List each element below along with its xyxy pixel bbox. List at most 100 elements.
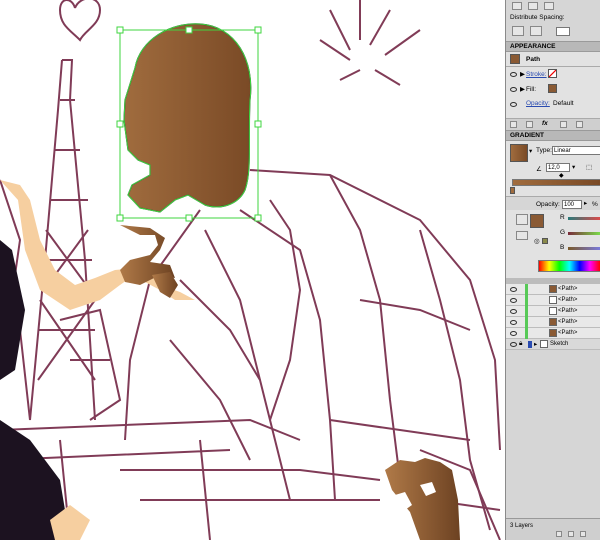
- layer-name[interactable]: <Path>: [558, 308, 577, 314]
- layer-color-bar: [525, 284, 528, 295]
- eye-icon[interactable]: [510, 309, 517, 314]
- grid-icon[interactable]: [516, 231, 528, 240]
- no-color-icon: [549, 70, 556, 77]
- eye-icon[interactable]: [510, 331, 517, 336]
- align-vcenter-icon[interactable]: [528, 2, 538, 10]
- lock-icon[interactable]: 🔒︎: [519, 340, 522, 348]
- align-top-icon[interactable]: [544, 2, 554, 10]
- eye-icon[interactable]: [510, 298, 517, 303]
- clear-icon[interactable]: [560, 121, 567, 128]
- g-label: G: [560, 229, 566, 236]
- layer-thumbnail: [549, 329, 557, 337]
- layer-row[interactable]: <Path>: [506, 328, 600, 339]
- layer-row[interactable]: <Path>: [506, 306, 600, 317]
- fill-label[interactable]: Fill:: [526, 86, 536, 93]
- eye-icon[interactable]: [510, 102, 517, 107]
- make-sublayer-icon[interactable]: [556, 531, 562, 537]
- layer-color-bar: [525, 328, 528, 339]
- layer-thumbnail: [549, 296, 557, 304]
- r-label: R: [560, 214, 565, 221]
- layer-color-bar: [525, 295, 528, 306]
- duplicate-icon[interactable]: [576, 121, 583, 128]
- eye-icon[interactable]: [510, 87, 517, 92]
- fx-icon[interactable]: fx: [542, 120, 548, 127]
- color-stroke-swatch[interactable]: [542, 238, 548, 244]
- gradient-slider-bar[interactable]: [512, 179, 600, 186]
- layers-status-bar: 3 Layers: [506, 518, 600, 540]
- artwork: [0, 0, 501, 540]
- eye-icon[interactable]: [510, 72, 517, 77]
- align-bottom-icon[interactable]: [512, 2, 522, 10]
- percent-label: %: [592, 201, 598, 208]
- chevron-right-icon[interactable]: ▶: [520, 85, 525, 93]
- fill-stroke-toggle-icon[interactable]: [516, 214, 528, 225]
- eye-icon[interactable]: [510, 320, 517, 325]
- layer-name[interactable]: <Path>: [558, 297, 577, 303]
- chevron-down-icon[interactable]: ▾: [572, 163, 575, 171]
- g-slider[interactable]: [568, 232, 600, 235]
- layer-row[interactable]: <Path>: [506, 295, 600, 306]
- layer-thumbnail: [540, 340, 548, 348]
- layer-color-bar: [525, 306, 528, 317]
- layer-thumbnail: [549, 285, 557, 293]
- layer-name[interactable]: <Path>: [558, 330, 577, 336]
- align-panel: Distribute Spacing:: [506, 0, 600, 40]
- opacity-value: Default: [553, 100, 574, 107]
- tab-appearance[interactable]: APPEARANCE: [506, 41, 600, 52]
- gradient-type-label: Type:: [536, 147, 552, 154]
- layer-count-label: 3 Layers: [510, 523, 534, 529]
- new-layer-icon[interactable]: [568, 531, 574, 537]
- eye-icon[interactable]: [510, 342, 517, 347]
- panel-dock: Distribute Spacing: APPEARANCE Path ▶ St…: [505, 0, 600, 540]
- aspect-icon[interactable]: ⬚: [586, 163, 592, 171]
- layer-name[interactable]: Sketch: [550, 341, 568, 347]
- selected-head-path[interactable]: [123, 23, 252, 213]
- distribute-vertical-icon[interactable]: [512, 26, 524, 36]
- add-fill-icon[interactable]: [526, 121, 533, 128]
- layer-color-bar: [528, 341, 532, 348]
- hand-shapes: [120, 225, 460, 540]
- r-slider[interactable]: [568, 217, 600, 220]
- layer-row[interactable]: <Path>: [506, 284, 600, 295]
- opacity-label[interactable]: Opacity:: [526, 100, 550, 107]
- spacing-value-field[interactable]: [556, 27, 570, 36]
- artboard-canvas[interactable]: [0, 0, 505, 540]
- transparency-opacity-field[interactable]: 100: [562, 200, 582, 209]
- stroke-label[interactable]: Stroke:: [526, 71, 547, 78]
- layer-row-sketch[interactable]: 🔒︎ ▸ Sketch: [506, 339, 600, 350]
- layer-thumbnail: [549, 318, 557, 326]
- color-panel: ◎ R G B: [506, 210, 600, 278]
- tab-gradient[interactable]: GRADIENT: [506, 130, 600, 141]
- gradient-stop-left[interactable]: [510, 187, 515, 194]
- gradient-type-select[interactable]: Linear: [552, 146, 600, 155]
- gradient-midpoint-icon[interactable]: ◆: [559, 172, 564, 179]
- divider: [506, 66, 600, 67]
- angle-icon: ∠: [536, 166, 542, 173]
- object-thumbnail: [510, 54, 520, 64]
- gradient-panel: ▾ Type: Linear ∠ 12,0 ▾ ⬚ ◆: [506, 141, 600, 196]
- appearance-panel: Path ▶ Stroke: ▶ Fill: Opacity: Default: [506, 52, 600, 118]
- chevron-down-icon[interactable]: ▾: [529, 147, 532, 155]
- color-fill-swatch[interactable]: [530, 214, 544, 228]
- delete-layer-icon[interactable]: [580, 531, 586, 537]
- layer-name[interactable]: <Path>: [558, 286, 577, 292]
- distribute-horizontal-icon[interactable]: [530, 26, 542, 36]
- transparency-opacity-label: Opacity:: [536, 201, 560, 208]
- gradient-preview-swatch[interactable]: [510, 144, 528, 162]
- layer-name[interactable]: <Path>: [558, 319, 577, 325]
- gradient-angle-field[interactable]: 12,0: [546, 163, 570, 172]
- b-slider[interactable]: [568, 247, 600, 250]
- stroke-none-swatch[interactable]: [548, 69, 557, 78]
- out-of-gamut-icon: ◎: [534, 238, 540, 245]
- add-stroke-icon[interactable]: [510, 121, 517, 128]
- chevron-right-icon[interactable]: ▸: [584, 199, 587, 207]
- layer-row[interactable]: <Path>: [506, 317, 600, 328]
- layer-thumbnail: [549, 307, 557, 315]
- fill-swatch[interactable]: [548, 84, 557, 93]
- appearance-object-label: Path: [526, 56, 541, 63]
- chevron-right-icon[interactable]: ▶: [520, 70, 525, 78]
- color-spectrum[interactable]: [538, 260, 600, 272]
- b-label: B: [560, 244, 565, 251]
- chevron-right-icon[interactable]: ▸: [534, 340, 537, 348]
- eye-icon[interactable]: [510, 287, 517, 292]
